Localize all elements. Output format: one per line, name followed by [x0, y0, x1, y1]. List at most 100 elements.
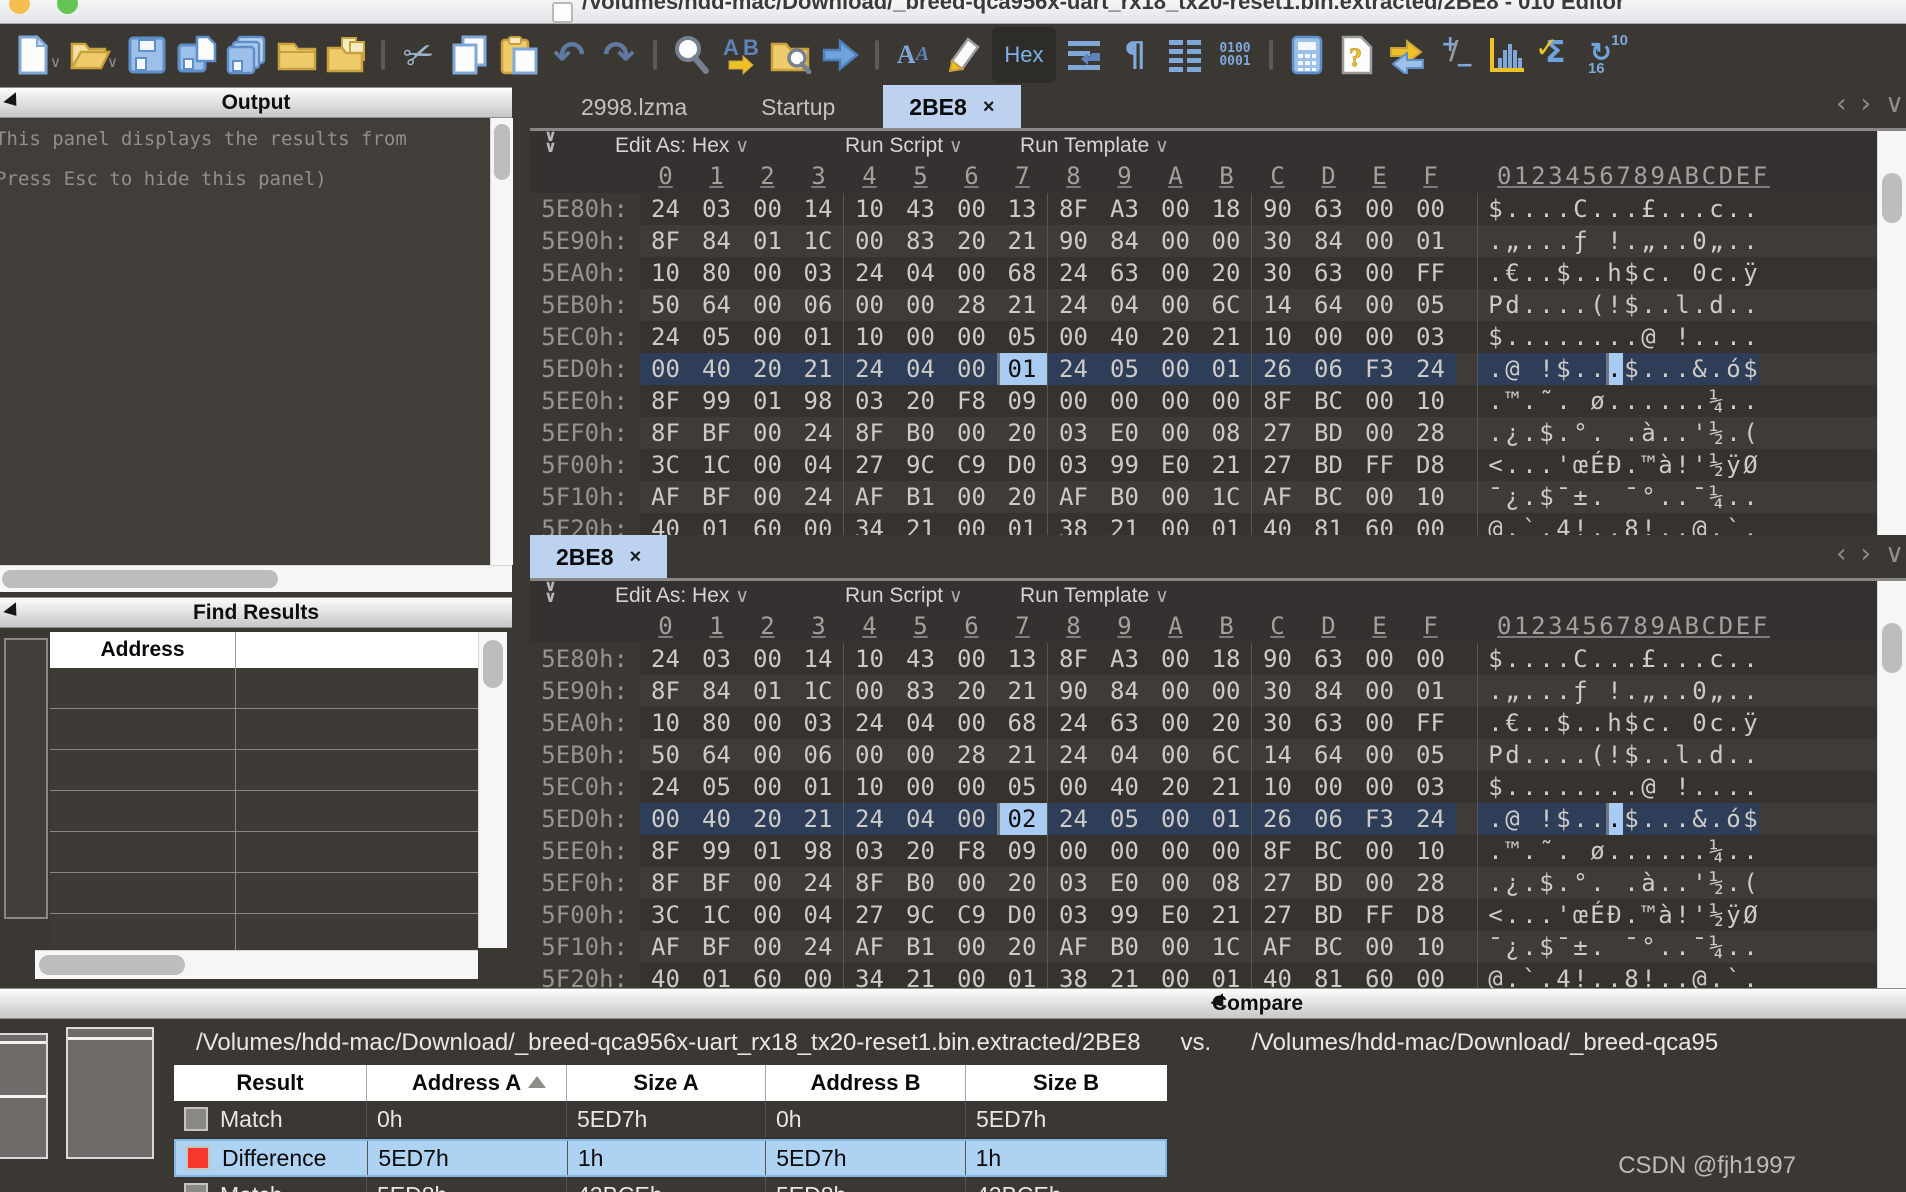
ascii-char[interactable]: [1572, 835, 1589, 867]
hex-byte[interactable]: 00: [1405, 963, 1456, 988]
file-info-icon[interactable]: ?: [1332, 28, 1382, 82]
ascii-char[interactable]: .: [1606, 963, 1623, 988]
ascii-char[interactable]: .: [1521, 321, 1538, 353]
hex-byte[interactable]: 00: [1354, 835, 1405, 867]
hex-byte[interactable]: BD: [1303, 867, 1354, 899]
hex-byte[interactable]: 00: [1150, 835, 1201, 867]
hex-byte[interactable]: 00: [742, 193, 793, 225]
ascii-char[interactable]: .: [1487, 257, 1504, 289]
ascii-char[interactable]: ': [1555, 449, 1572, 481]
ascii-char[interactable]: (: [1589, 739, 1606, 771]
ascii-char[interactable]: .: [1521, 867, 1538, 899]
ascii-char[interactable]: .: [1725, 867, 1742, 899]
hex-byte[interactable]: 20: [997, 931, 1048, 963]
ascii-char[interactable]: .: [1589, 513, 1606, 535]
hex-byte[interactable]: 00: [1150, 707, 1201, 739]
hex-byte[interactable]: 28: [1405, 867, 1456, 899]
ascii-char[interactable]: .: [1555, 771, 1572, 803]
hex-byte[interactable]: 21: [793, 353, 844, 385]
hex-byte[interactable]: 00: [946, 963, 997, 988]
ascii-char[interactable]: ™: [1504, 835, 1521, 867]
ascii-char[interactable]: 8: [1623, 513, 1640, 535]
ascii-char[interactable]: .: [1538, 643, 1555, 675]
ascii-char[interactable]: €: [1504, 707, 1521, 739]
ascii-char[interactable]: .: [1521, 643, 1538, 675]
hex-byte[interactable]: 00: [1150, 225, 1201, 257]
ascii-char[interactable]: .: [1521, 289, 1538, 321]
ascii-char[interactable]: .: [1674, 803, 1691, 835]
base-converter-icon[interactable]: ↻ 10 16: [1582, 28, 1632, 82]
find-in-files-icon[interactable]: [766, 28, 816, 82]
hex-byte[interactable]: 00: [946, 803, 997, 835]
ascii-char[interactable]: .: [1606, 771, 1623, 803]
hex-byte[interactable]: F8: [946, 385, 997, 417]
hex-byte[interactable]: 84: [1099, 225, 1150, 257]
hex-byte[interactable]: 00: [1150, 289, 1201, 321]
ascii-char[interactable]: .: [1487, 417, 1504, 449]
ascii-char[interactable]: ÿ: [1742, 257, 1759, 289]
ascii-char[interactable]: $: [1623, 353, 1640, 385]
ascii-char[interactable]: œ: [1572, 899, 1589, 931]
ascii-char[interactable]: ½: [1708, 899, 1725, 931]
hex-byte[interactable]: 38: [1048, 513, 1099, 535]
ascii-char[interactable]: .: [1572, 707, 1589, 739]
ascii-char[interactable]: 0: [1691, 707, 1708, 739]
ascii-char[interactable]: ÿ: [1725, 449, 1742, 481]
hex-byte[interactable]: 06: [793, 739, 844, 771]
ascii-char[interactable]: .: [1674, 353, 1691, 385]
ascii-char[interactable]: (: [1589, 289, 1606, 321]
hex-byte[interactable]: 24: [844, 257, 895, 289]
hex-byte[interactable]: 00: [1150, 739, 1201, 771]
hex-byte[interactable]: 28: [946, 739, 997, 771]
find-results-column-extra[interactable]: [236, 632, 478, 668]
ascii-char[interactable]: .: [1504, 193, 1521, 225]
ascii-char[interactable]: $: [1623, 739, 1640, 771]
hex-byte[interactable]: 20: [946, 675, 997, 707]
hex-byte[interactable]: 03: [844, 385, 895, 417]
hex-byte[interactable]: FF: [1354, 899, 1405, 931]
ascii-char[interactable]: ó: [1725, 353, 1742, 385]
hex-byte[interactable]: 90: [1252, 643, 1303, 675]
ascii-char[interactable]: .: [1725, 481, 1742, 513]
replace-icon[interactable]: AB: [716, 28, 766, 82]
hex-byte[interactable]: 00: [946, 643, 997, 675]
ascii-char[interactable]: .: [1640, 289, 1657, 321]
ascii-char[interactable]: l: [1674, 739, 1691, 771]
hex-byte[interactable]: 80: [691, 707, 742, 739]
scrollbar-thumb[interactable]: [494, 124, 510, 180]
ascii-char[interactable]: $: [1623, 803, 1640, 835]
ascii-char[interactable]: $: [1487, 771, 1504, 803]
hex-byte[interactable]: 24: [793, 481, 844, 513]
ascii-char[interactable]: ¼: [1708, 835, 1725, 867]
hex-byte[interactable]: 01: [742, 675, 793, 707]
hex-byte[interactable]: 84: [1099, 675, 1150, 707]
binary-view-icon[interactable]: 0100 0001: [1210, 28, 1260, 82]
hex-byte[interactable]: BD: [1303, 449, 1354, 481]
ascii-char[interactable]: .: [1538, 707, 1555, 739]
ascii-char[interactable]: „: [1640, 225, 1657, 257]
hex-byte[interactable]: 40: [691, 353, 742, 385]
hex-byte[interactable]: 24: [793, 931, 844, 963]
ascii-char[interactable]: .: [1691, 771, 1708, 803]
ascii-char[interactable]: !: [1674, 449, 1691, 481]
ascii-char[interactable]: .: [1521, 481, 1538, 513]
ascii-char[interactable]: .: [1504, 449, 1521, 481]
ascii-char[interactable]: d: [1708, 739, 1725, 771]
hex-byte[interactable]: 01: [1201, 353, 1252, 385]
hex-byte[interactable]: 00: [1354, 931, 1405, 963]
ascii-char[interactable]: Ø: [1742, 449, 1759, 481]
ascii-char[interactable]: .: [1572, 353, 1589, 385]
hex-byte[interactable]: 00: [1354, 417, 1405, 449]
ascii-char[interactable]: ¼: [1708, 481, 1725, 513]
highlight-icon[interactable]: [938, 28, 988, 82]
hex-byte[interactable]: 04: [895, 803, 946, 835]
tab-2be8[interactable]: 2BE8 ×: [530, 535, 668, 579]
hex-byte[interactable]: 40: [1252, 963, 1303, 988]
hex-byte[interactable]: 03: [1048, 867, 1099, 899]
hex-byte[interactable]: 21: [1201, 899, 1252, 931]
hex-byte[interactable]: 00: [844, 739, 895, 771]
ascii-char[interactable]: !: [1538, 353, 1555, 385]
hex-byte[interactable]: 64: [691, 739, 742, 771]
ascii-char[interactable]: <: [1487, 899, 1504, 931]
compare-column-address-a[interactable]: Address A: [367, 1065, 567, 1101]
